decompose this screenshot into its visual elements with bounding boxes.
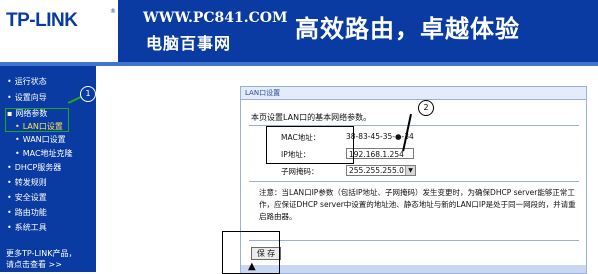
bullet-icon: • xyxy=(7,208,12,217)
annotation-highlight-network xyxy=(5,108,69,132)
subnet-mask-label: 子网掩码： xyxy=(281,167,319,176)
sidebar-item-label: DHCP服务器 xyxy=(14,163,62,172)
sidebar-item-label: 转发规则 xyxy=(14,178,47,187)
bullet-icon: • xyxy=(7,163,12,172)
sidebar-item-wizard[interactable]: • 设置向导 xyxy=(7,92,47,103)
bullet-icon: • xyxy=(7,77,12,86)
slogan: 高效路由，卓越体验 xyxy=(295,15,520,43)
site-name: 电脑百事网 xyxy=(146,34,232,53)
chevron-down-icon[interactable]: ▼ xyxy=(405,166,415,175)
more-products-line2: 请点击查看 >> xyxy=(6,260,62,269)
arrow-up-icon: ▲ xyxy=(248,261,256,272)
sidebar-item-label: WAN口设置 xyxy=(22,135,66,144)
sidebar-item-dhcp[interactable]: • DHCP服务器 xyxy=(7,162,61,173)
sidebar-item-label: 设置向导 xyxy=(14,93,47,102)
panel-description: 本页设置LAN口的基本网络参数。 xyxy=(251,113,372,122)
sidebar-item-forwarding[interactable]: • 转发规则 xyxy=(7,177,47,188)
more-products-link[interactable]: 更多TP-LINK产品， 请点击查看 >> xyxy=(6,248,76,270)
sidebar-item-status[interactable]: • 运行状态 xyxy=(7,76,47,87)
note-text: 注意：当LAN口IP参数（包括IP地址、子网掩码）发生变更时，为确保DHCP s… xyxy=(259,188,576,221)
tplink-logo: TP-LINK xyxy=(6,10,78,31)
bullet-icon: • xyxy=(15,135,20,144)
bullet-icon: • xyxy=(7,93,12,102)
annotation-marker-2: 2 xyxy=(418,100,434,116)
sidebar-item-label: 系统工具 xyxy=(14,223,47,232)
header-banner: TP-LINK ® WWW.PC841.COM 电脑百事网 高效路由，卓越体验 xyxy=(0,0,598,62)
bullet-icon: • xyxy=(7,178,12,187)
bullet-icon: • xyxy=(15,149,20,158)
annotation-highlight-mac-ip xyxy=(266,126,354,164)
more-products-line1: 更多TP-LINK产品， xyxy=(6,249,77,258)
sidebar-item-label: 路由功能 xyxy=(14,208,47,217)
sidebar-item-label: 运行状态 xyxy=(14,77,47,86)
subnet-mask-select[interactable]: 255.255.255.0 ▼ xyxy=(346,165,416,176)
panel-title: LAN口设置 xyxy=(241,87,586,100)
bullet-icon: • xyxy=(7,193,12,202)
sidebar-item-mac-clone[interactable]: • MAC地址克隆 xyxy=(15,148,73,159)
subnet-mask-value: 255.255.255.0 xyxy=(349,166,404,175)
bullet-icon: • xyxy=(7,223,12,232)
sidebar-item-security[interactable]: • 安全设置 xyxy=(7,192,47,203)
site-url: WWW.PC841.COM xyxy=(143,10,288,26)
sidebar-item-label: MAC地址克隆 xyxy=(22,149,73,158)
annotation-marker-1: 1 xyxy=(80,86,96,102)
lan-settings-panel: LAN口设置 本页设置LAN口的基本网络参数。 MAC地址： 38-83-45-… xyxy=(240,86,587,274)
sidebar-item-routing[interactable]: • 路由功能 xyxy=(7,207,47,218)
divider xyxy=(249,181,579,182)
sidebar-item-wan[interactable]: • WAN口设置 xyxy=(15,134,66,145)
divider xyxy=(249,240,579,241)
sidebar-item-tools[interactable]: • 系统工具 xyxy=(7,222,47,233)
logo-area: TP-LINK ® xyxy=(0,0,118,62)
registered-mark: ® xyxy=(110,8,116,15)
sidebar-item-label: 安全设置 xyxy=(14,193,47,202)
